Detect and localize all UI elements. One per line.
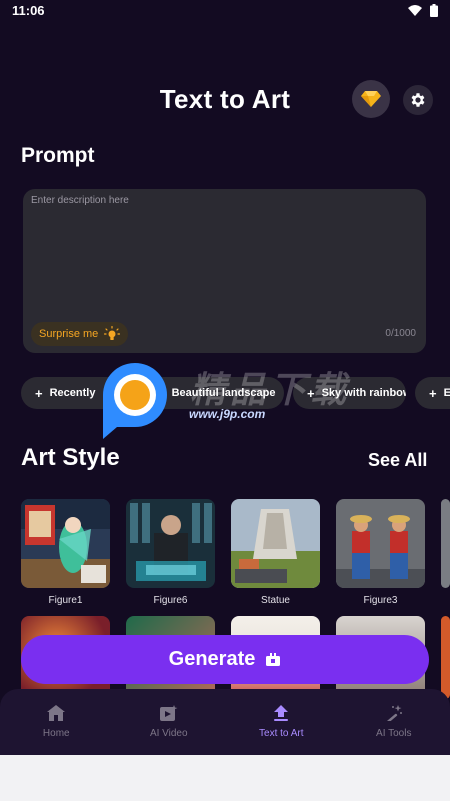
prompt-heading: Prompt	[21, 144, 95, 167]
style-thumbnail	[126, 499, 215, 588]
nav-item-text-to-art[interactable]: Text to Art	[225, 689, 338, 755]
surprise-me-button[interactable]: Surprise me	[31, 322, 129, 346]
prompt-box: Surprise me 0/1000	[23, 189, 426, 353]
style-card-figure3[interactable]: Figure3	[336, 499, 425, 606]
nav-label: Home	[42, 728, 70, 739]
ticket-icon	[266, 652, 281, 666]
app-screen: 11:06 Text to Art Prompt Surprise me	[0, 0, 450, 755]
nav-item-ai-tools[interactable]: AI Tools	[338, 689, 450, 755]
style-card-figure6[interactable]: Figure6	[126, 499, 215, 606]
plus-icon: +	[307, 385, 315, 401]
see-all-link[interactable]: See All	[368, 450, 427, 471]
magic-wand-icon	[386, 705, 402, 721]
home-icon	[47, 705, 66, 721]
nav-item-ai-video[interactable]: AI Video	[113, 689, 226, 755]
plus-icon: +	[35, 385, 43, 401]
statue-image	[231, 499, 320, 588]
chip-sky-with-rainbow[interactable]: + Sky with rainbow	[293, 377, 406, 409]
nav-label: AI Tools	[376, 728, 412, 739]
settings-button[interactable]	[403, 85, 433, 115]
chip-beautiful-landscape[interactable]: + Beautiful landscape	[143, 377, 284, 409]
battery-icon	[430, 4, 438, 17]
style-card-figure1[interactable]: Figure1	[21, 499, 110, 606]
chip-recently[interactable]: + Recently	[21, 377, 134, 409]
nav-label: Text to Art	[259, 728, 304, 739]
premium-button[interactable]	[352, 80, 390, 118]
art-style-heading: Art Style	[21, 444, 120, 471]
style-thumbnail	[231, 499, 320, 588]
style-name: Statue	[261, 595, 290, 606]
art-icon	[274, 705, 289, 721]
lightbulb-icon	[104, 326, 121, 340]
diamond-icon	[361, 91, 381, 107]
suggestion-chips: + Recently + Beautiful landscape + Sky w…	[21, 377, 450, 409]
generate-button[interactable]: Generate	[21, 635, 429, 684]
style-card-statue[interactable]: Statue	[231, 499, 320, 606]
plus-icon: +	[157, 385, 165, 401]
surprise-me-label: Surprise me	[39, 328, 99, 340]
figure1-image	[21, 499, 110, 588]
style-name: Figure3	[363, 595, 398, 606]
style-thumbnail	[21, 499, 110, 588]
watermark-url: www.j9p.com	[189, 407, 266, 421]
style-card-row2-partial[interactable]	[441, 616, 450, 699]
status-bar: 11:06	[0, 0, 450, 22]
nav-item-home[interactable]: Home	[0, 689, 113, 755]
style-thumbnail	[441, 499, 450, 588]
chip-label: Beautiful landscape	[171, 387, 276, 399]
chip-label: E	[443, 387, 450, 399]
gear-icon	[411, 93, 425, 107]
style-card-partial[interactable]	[441, 499, 450, 588]
style-thumbnail	[336, 499, 425, 588]
status-time: 11:06	[12, 3, 45, 18]
style-name: Figure1	[48, 595, 83, 606]
chip-partial[interactable]: + E	[415, 377, 450, 409]
chip-label: Recently	[49, 387, 96, 399]
nav-label: AI Video	[149, 728, 188, 739]
style-thumbnail	[441, 616, 450, 699]
generate-label: Generate	[168, 648, 256, 670]
video-icon	[159, 705, 178, 721]
figure6-image	[126, 499, 215, 588]
chip-label: Sky with rainbow	[321, 387, 406, 399]
plus-icon: +	[429, 385, 437, 401]
prompt-input[interactable]	[31, 195, 418, 307]
style-name: Figure6	[153, 595, 188, 606]
figure3-image	[336, 499, 425, 588]
wifi-icon	[408, 5, 422, 16]
status-icons	[408, 4, 438, 17]
bottom-nav: Home AI Video Text to Art AI Tools	[0, 689, 450, 755]
char-counter: 0/1000	[385, 328, 416, 339]
